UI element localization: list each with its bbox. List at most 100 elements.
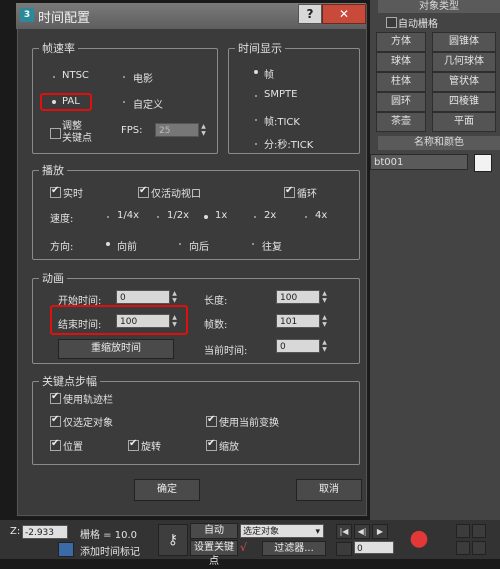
selection-dropdown[interactable]: 选定对象 ▾: [240, 524, 324, 538]
speed-2x-radio[interactable]: [251, 213, 259, 221]
speed-label: 速度:: [50, 214, 74, 225]
direction-forward-label: 向前: [117, 242, 137, 253]
rotation-checkbox[interactable]: [128, 438, 139, 451]
z-label: Z:: [10, 526, 21, 537]
custom-label: 自定义: [133, 100, 163, 111]
loop-checkbox[interactable]: [284, 185, 295, 198]
speed-quarter-radio[interactable]: [104, 213, 112, 221]
direction-reverse-radio[interactable]: [176, 240, 184, 248]
time-tag-icon[interactable]: [58, 542, 74, 557]
use-current-transform-checkbox[interactable]: [206, 414, 217, 427]
auto-key-button[interactable]: 自动: [190, 523, 238, 539]
frame-count-spinner-arrows[interactable]: ▲ ▼: [321, 314, 328, 328]
film-radio[interactable]: [120, 73, 128, 81]
pyramid-button[interactable]: 四棱锥: [432, 92, 496, 112]
maximize-viewport-icon[interactable]: [472, 541, 486, 555]
adjust-keys-checkbox[interactable]: [50, 128, 61, 139]
current-time-field[interactable]: 0: [276, 339, 320, 353]
previous-frame-icon[interactable]: ◀|: [354, 524, 370, 539]
set-key-button[interactable]: 设置关键点: [190, 540, 238, 567]
selected-only-label: 仅选定对象: [63, 418, 113, 429]
zoom-icon[interactable]: [456, 524, 470, 538]
object-type-header: 对象类型: [378, 0, 500, 13]
speed-4x-label: 4x: [315, 210, 328, 221]
playback-legend: 播放: [42, 164, 64, 177]
selected-only-checkbox[interactable]: [50, 414, 61, 427]
direction-forward-radio[interactable]: [104, 240, 112, 248]
object-color-swatch[interactable]: [474, 154, 492, 172]
active-viewport-checkbox[interactable]: [138, 185, 149, 198]
autogrid-checkbox[interactable]: [386, 17, 397, 28]
smpte-label: SMPTE: [264, 89, 298, 100]
length-field[interactable]: 100: [276, 290, 320, 304]
cancel-button[interactable]: 取消: [296, 479, 362, 501]
cone-button[interactable]: 圆锥体: [432, 32, 496, 52]
grid-size-label: 栅格 = 10.0: [80, 530, 138, 541]
play-icon[interactable]: ▶: [372, 524, 388, 539]
fps-label: FPS:: [121, 125, 143, 136]
tube-button[interactable]: 管状体: [432, 72, 496, 92]
use-trackbar-label: 使用轨迹栏: [63, 395, 113, 406]
object-name-field[interactable]: bt001: [370, 154, 468, 170]
geosphere-button[interactable]: 几何球体: [432, 52, 496, 72]
use-trackbar-checkbox[interactable]: [50, 391, 61, 404]
smpte-radio[interactable]: [252, 92, 260, 100]
pal-highlight-box: [40, 93, 92, 111]
curve-icon[interactable]: √: [240, 541, 258, 555]
use-current-transform-label: 使用当前变换: [219, 418, 279, 429]
frame-tick-radio[interactable]: [252, 116, 260, 124]
current-time-spinner-arrows[interactable]: ▲ ▼: [321, 339, 328, 353]
pan-icon[interactable]: [472, 524, 486, 538]
key-icon[interactable]: ⚷: [158, 524, 188, 556]
fps-spinner-arrows[interactable]: ▲ ▼: [200, 123, 207, 137]
close-button[interactable]: ✕: [322, 4, 366, 24]
mm-ss-tick-label: 分:秒:TICK: [264, 140, 314, 151]
speed-1x-radio[interactable]: [202, 213, 210, 221]
direction-pingpong-label: 往复: [262, 242, 282, 253]
start-time-spinner-arrows[interactable]: ▲ ▼: [171, 290, 178, 304]
frame-count-field[interactable]: 101: [276, 314, 320, 328]
direction-pingpong-radio[interactable]: [249, 240, 257, 248]
help-button[interactable]: ?: [298, 4, 322, 24]
cylinder-button[interactable]: 柱体: [376, 72, 426, 92]
rotation-label: 旋转: [141, 442, 161, 453]
fps-field[interactable]: 25: [155, 123, 199, 137]
start-time-field[interactable]: 0: [116, 290, 170, 304]
selection-dropdown-value: 选定对象: [243, 527, 280, 537]
ok-button[interactable]: 确定: [134, 479, 200, 501]
speed-half-radio[interactable]: [154, 213, 162, 221]
current-frame-field[interactable]: 0: [354, 541, 394, 554]
box-button[interactable]: 方体: [376, 32, 426, 52]
realtime-checkbox[interactable]: [50, 185, 61, 198]
length-spinner-arrows[interactable]: ▲ ▼: [321, 290, 328, 304]
mm-ss-tick-radio[interactable]: [252, 140, 260, 148]
active-viewport-label: 仅活动视口: [151, 189, 201, 200]
animation-legend: 动画: [42, 272, 64, 285]
key-steps-legend: 关键点步幅: [42, 375, 97, 388]
plane-button[interactable]: 平面: [432, 112, 496, 132]
chevron-down-icon: ▾: [315, 527, 320, 537]
rescale-time-button[interactable]: 重缩放时间: [58, 339, 174, 359]
z-coordinate-field[interactable]: -2.933: [22, 525, 68, 539]
dialog-title: 时间配置: [38, 11, 91, 26]
frames-radio[interactable]: [252, 68, 260, 76]
sphere-button[interactable]: 球体: [376, 52, 426, 72]
torus-button[interactable]: 圆环: [376, 92, 426, 112]
custom-radio[interactable]: [120, 98, 128, 106]
add-time-tag-label[interactable]: 添加时间标记: [80, 543, 140, 558]
current-time-label: 当前时间:: [204, 346, 248, 357]
key-mode-toggle-icon[interactable]: [336, 542, 352, 556]
orbit-icon[interactable]: [456, 541, 470, 555]
ntsc-label: NTSC: [62, 70, 89, 81]
go-to-start-icon[interactable]: |◀: [336, 524, 352, 539]
frame-count-label: 帧数:: [204, 320, 228, 331]
teapot-button[interactable]: 茶壶: [376, 112, 426, 132]
scale-checkbox[interactable]: [206, 438, 217, 451]
speed-1x-label: 1x: [215, 210, 228, 221]
autogrid-label: 自动栅格: [398, 19, 438, 30]
speed-4x-radio[interactable]: [302, 213, 310, 221]
position-checkbox[interactable]: [50, 438, 61, 451]
filters-button[interactable]: 过滤器...: [262, 541, 326, 556]
ntsc-radio[interactable]: [50, 73, 58, 81]
app-icon: 3: [20, 8, 34, 22]
